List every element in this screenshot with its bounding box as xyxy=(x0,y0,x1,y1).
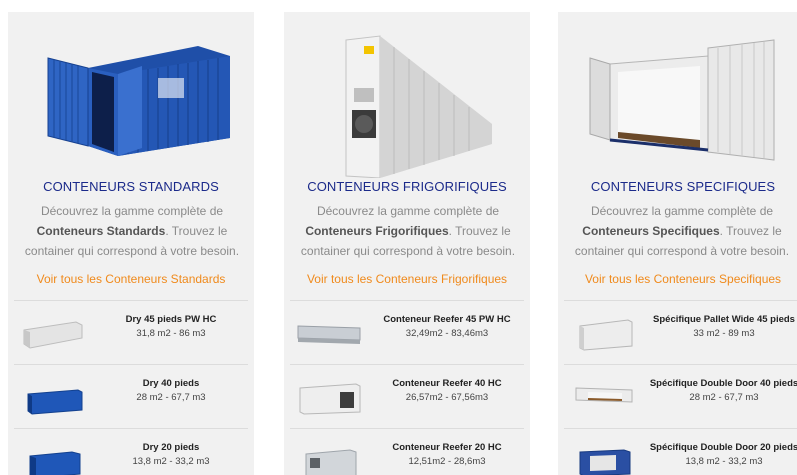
blue-container-open-doors-icon[interactable] xyxy=(8,28,254,178)
list-item[interactable]: Dry 40 pieds 28 m2 - 67,7 m3 xyxy=(8,370,254,424)
item-size: 13,8 m2 - 33,2 m3 xyxy=(685,456,763,467)
list-item[interactable]: Spécifique Pallet Wide 45 pieds 33 m2 - … xyxy=(558,306,797,360)
divider xyxy=(290,300,524,301)
see-all-standards-link[interactable]: Voir tous les Conteneurs Standards xyxy=(8,272,254,286)
double-door-40-container-icon xyxy=(575,387,633,403)
item-size: 12,51m2 - 28,6m3 xyxy=(408,456,486,467)
card-description: Découvrez la gamme complète de Conteneur… xyxy=(14,201,250,261)
reefer-20-container-icon xyxy=(305,449,357,475)
card-standards: CONTENEURS STANDARDS Découvrez la gamme … xyxy=(8,12,254,475)
card-specifiques: CONTENEURS SPECIFIQUES Découvrez la gamm… xyxy=(558,12,797,475)
reefer-45-container-icon xyxy=(297,325,361,344)
reefer-40-container-icon xyxy=(299,383,361,415)
item-name: Dry 40 pieds xyxy=(142,378,200,389)
list-item[interactable]: Dry 45 pieds PW HC 31,8 m2 - 86 m3 xyxy=(8,306,254,360)
desc-prefix: Découvrez la gamme complète de xyxy=(40,204,224,218)
pallet-wide-container-icon xyxy=(579,319,633,351)
desc-prefix: Découvrez la gamme complète de xyxy=(316,204,500,218)
item-name: Conteneur Reefer 45 PW HC xyxy=(383,314,511,325)
item-name: Spécifique Pallet Wide 45 pieds xyxy=(653,314,795,325)
double-door-20-container-icon xyxy=(579,449,631,475)
blue-20ft-container-icon xyxy=(29,451,81,475)
divider xyxy=(290,428,524,429)
open-side-container-icon[interactable] xyxy=(558,28,797,178)
divider xyxy=(564,364,797,365)
card-title: CONTENEURS SPECIFIQUES xyxy=(590,179,776,194)
item-size: 13,8 m2 - 33,2 m3 xyxy=(132,456,210,467)
card-title: CONTENEURS STANDARDS xyxy=(43,179,219,194)
list-item[interactable]: Spécifique Double Door 20 pieds 13,8 m2 … xyxy=(558,434,797,475)
item-name: Spécifique Double Door 40 pieds xyxy=(649,378,797,389)
item-size: 33 m2 - 89 m3 xyxy=(693,328,755,339)
item-name: Conteneur Reefer 20 HC xyxy=(392,442,502,453)
container-catalog: CONTENEURS STANDARDS Découvrez la gamme … xyxy=(0,0,797,475)
list-item[interactable]: Dry 20 pieds 13,8 m2 - 33,2 m3 xyxy=(8,434,254,475)
divider xyxy=(290,364,524,365)
item-name: Dry 20 pieds xyxy=(142,442,200,453)
divider xyxy=(14,428,248,429)
divider xyxy=(564,428,797,429)
see-all-specifiques-link[interactable]: Voir tous les Conteneurs Specifiques xyxy=(558,272,797,286)
card-title: CONTENEURS FRIGORIFIQUES xyxy=(307,179,507,194)
card-frigorifiques: CONTENEURS FRIGORIFIQUES Découvrez la ga… xyxy=(284,12,530,475)
item-size: 31,8 m2 - 86 m3 xyxy=(136,328,206,339)
desc-prefix: Découvrez la gamme complète de xyxy=(590,204,774,218)
divider xyxy=(14,300,248,301)
reefer-container-icon[interactable] xyxy=(284,28,530,178)
item-size: 28 m2 - 67,7 m3 xyxy=(136,392,206,403)
list-item[interactable]: Conteneur Reefer 40 HC 26,57m2 - 67,56m3 xyxy=(284,370,530,424)
item-size: 26,57m2 - 67,56m3 xyxy=(405,392,489,403)
card-description: Découvrez la gamme complète de Conteneur… xyxy=(564,201,797,261)
item-size: 32,49m2 - 83,46m3 xyxy=(405,328,489,339)
see-all-frigorifiques-link[interactable]: Voir tous les Conteneurs Frigorifiques xyxy=(284,272,530,286)
item-name: Conteneur Reefer 40 HC xyxy=(392,378,502,389)
desc-bold: Conteneurs Specifiques xyxy=(582,224,720,238)
list-item[interactable]: Spécifique Double Door 40 pieds 28 m2 - … xyxy=(558,370,797,424)
desc-bold: Conteneurs Frigorifiques xyxy=(305,224,449,238)
divider xyxy=(14,364,248,365)
white-45ft-container-icon xyxy=(23,321,83,349)
card-description: Découvrez la gamme complète de Conteneur… xyxy=(290,201,526,261)
item-name: Dry 45 pieds PW HC xyxy=(125,314,217,325)
list-item[interactable]: Conteneur Reefer 20 HC 12,51m2 - 28,6m3 xyxy=(284,434,530,475)
item-name: Spécifique Double Door 20 pieds xyxy=(649,442,797,453)
desc-bold: Conteneurs Standards xyxy=(36,224,166,238)
list-item[interactable]: Conteneur Reefer 45 PW HC 32,49m2 - 83,4… xyxy=(284,306,530,360)
item-size: 28 m2 - 67,7 m3 xyxy=(689,392,759,403)
blue-40ft-container-icon xyxy=(27,389,83,415)
divider xyxy=(564,300,797,301)
